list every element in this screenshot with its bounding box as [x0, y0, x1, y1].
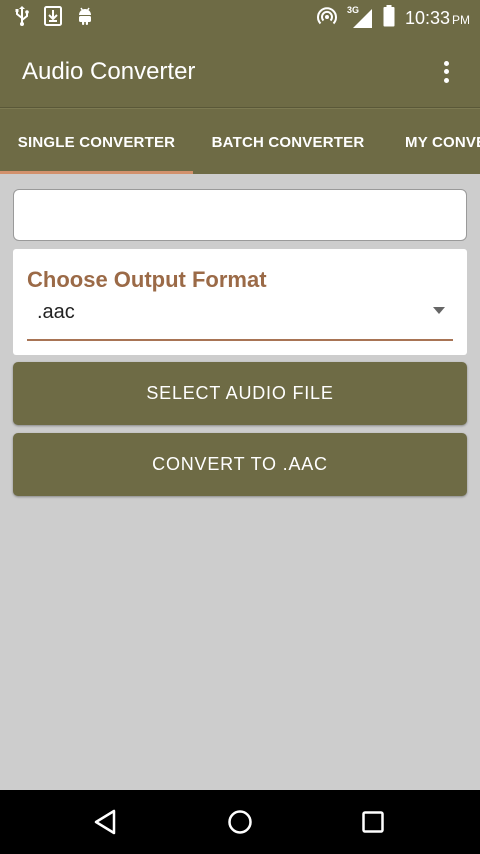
battery-icon [383, 4, 395, 32]
recents-icon[interactable] [357, 806, 389, 838]
output-format-dropdown[interactable]: .aac [27, 295, 453, 341]
android-icon [76, 6, 94, 31]
convert-button[interactable]: CONVERT TO .AAC [13, 433, 467, 496]
tab-label: SINGLE CONVERTER [17, 133, 176, 151]
ampm-text: PM [452, 12, 470, 27]
download-icon [44, 5, 62, 31]
signal-icon: 3G [347, 5, 373, 29]
overflow-menu-icon[interactable] [434, 58, 458, 86]
navigation-bar [0, 790, 480, 854]
tab-label: BATCH CONVERTER [211, 133, 365, 151]
hotspot-icon [316, 6, 337, 31]
time-text: 10:33 [404, 7, 450, 28]
tab-single-converter[interactable]: SINGLE CONVERTER [0, 109, 193, 174]
select-audio-file-button[interactable]: SELECT AUDIO FILE [13, 362, 467, 425]
back-icon[interactable] [90, 806, 122, 838]
convert-label: CONVERT TO .AAC [152, 454, 328, 474]
output-format-card: Choose Output Format .aac [13, 249, 467, 355]
tab-my-converted[interactable]: MY CONVERTED [383, 109, 480, 174]
status-bar: 3G 10:33 PM [0, 0, 480, 36]
status-time: 10:33 PM [405, 8, 470, 29]
home-icon[interactable] [224, 806, 256, 838]
app-title: Audio Converter [22, 57, 196, 85]
tab-bar: SINGLE CONVERTER BATCH CONVERTER MY CONV… [0, 108, 480, 174]
tab-label: MY CONVERTED [405, 133, 480, 151]
dropdown-arrow-icon [433, 307, 445, 314]
app-bar: Audio Converter [0, 36, 480, 108]
output-format-value: .aac [37, 301, 75, 323]
usb-icon [14, 5, 30, 31]
output-format-title: Choose Output Format [27, 267, 267, 292]
select-audio-file-label: SELECT AUDIO FILE [146, 383, 334, 403]
file-path-field[interactable] [13, 189, 467, 241]
tab-batch-converter[interactable]: BATCH CONVERTER [193, 109, 383, 174]
